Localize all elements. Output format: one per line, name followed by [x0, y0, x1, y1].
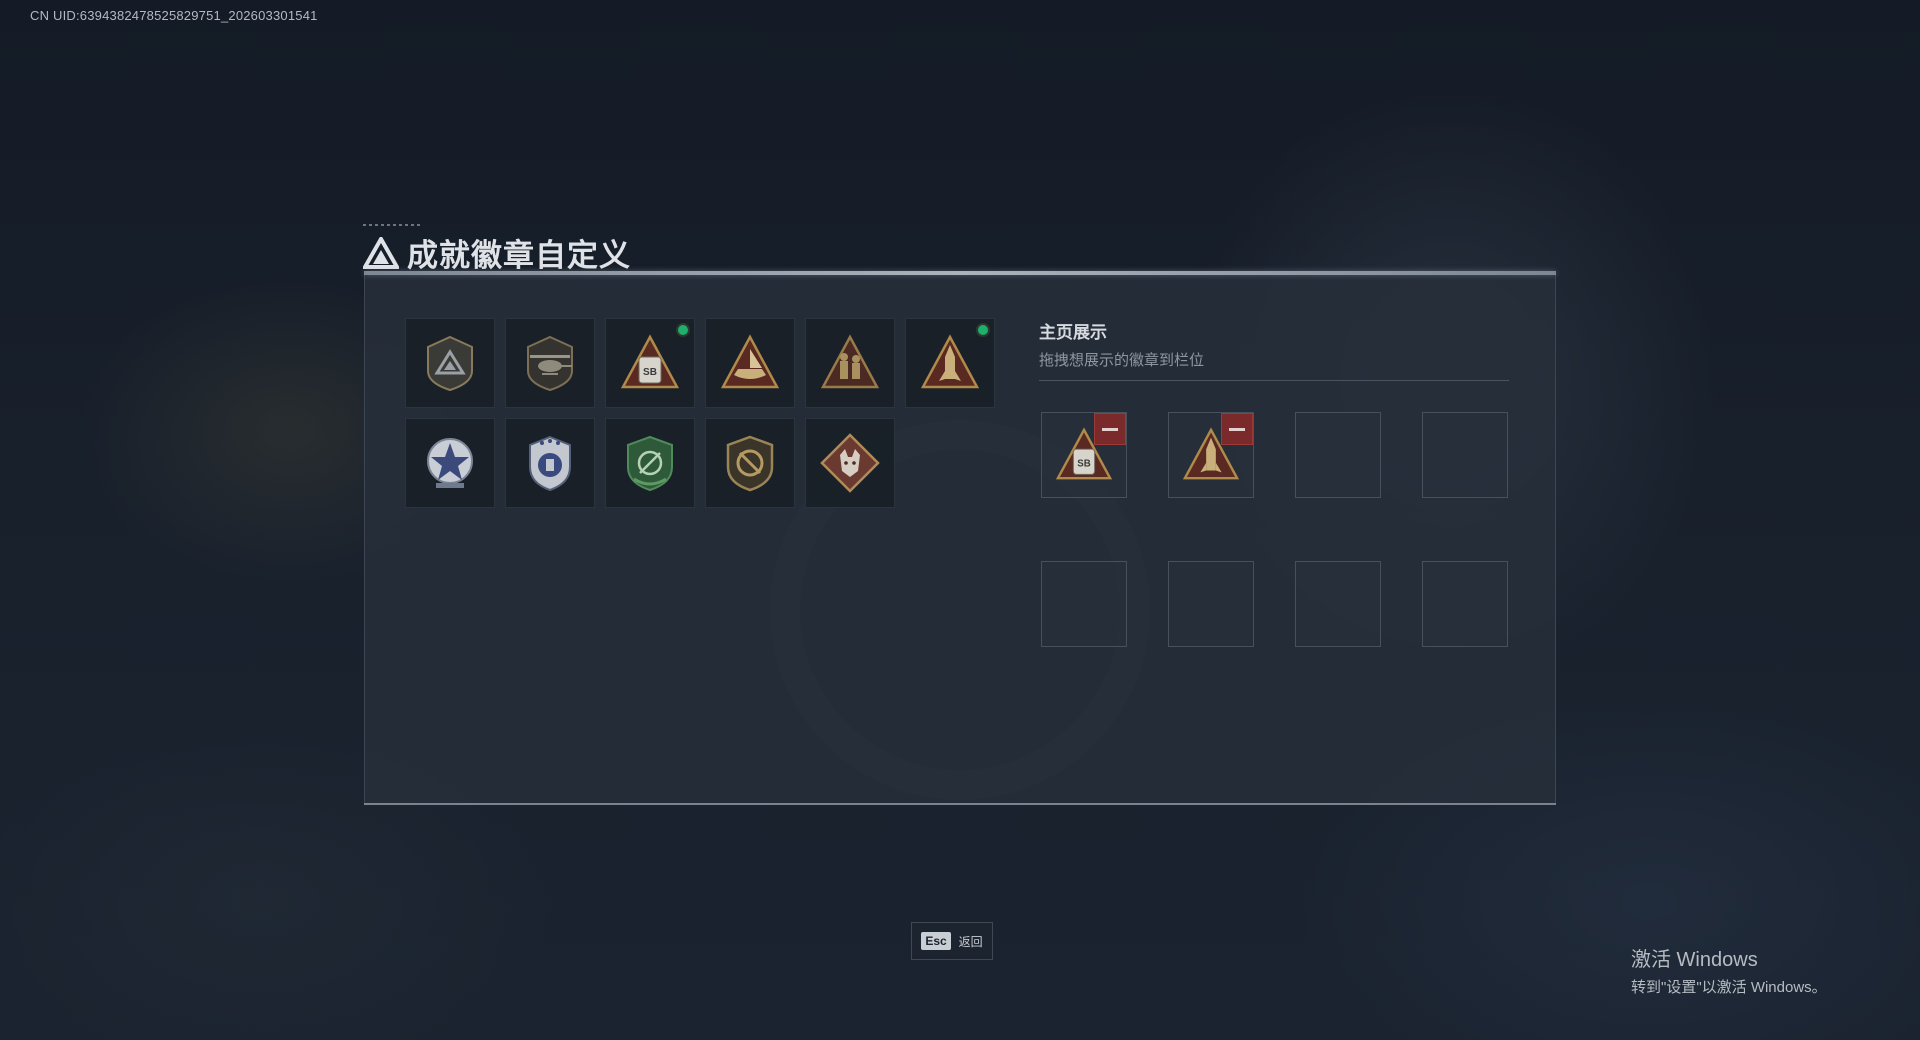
- showcase-slot-empty[interactable]: [1295, 412, 1381, 498]
- badge-cell[interactable]: [605, 418, 695, 508]
- activation-title: 激活 Windows: [1631, 949, 1758, 971]
- svg-text:SB: SB: [1077, 459, 1090, 470]
- badge-cell[interactable]: [805, 418, 895, 508]
- header-ticks: [363, 224, 423, 226]
- badge-cell[interactable]: [905, 318, 995, 408]
- badge-cell[interactable]: [505, 418, 595, 508]
- triangle-logo-icon: [363, 236, 399, 269]
- new-indicator-dot: [676, 323, 690, 337]
- badge-cell[interactable]: [705, 418, 795, 508]
- showcase-slot-grid: SB: [1041, 412, 1508, 647]
- remove-badge-button[interactable]: [1094, 413, 1126, 445]
- badge-cell[interactable]: [405, 418, 495, 508]
- badge-collection-grid: SB: [405, 318, 1005, 508]
- showcase-slot-filled[interactable]: SB: [1041, 412, 1127, 498]
- showcase-slot-empty[interactable]: [1422, 412, 1508, 498]
- showcase-slot-filled[interactable]: [1168, 412, 1254, 498]
- showcase-slot-empty[interactable]: [1422, 561, 1508, 647]
- uid-label: CN UID:6394382478525829751_202603301541: [30, 8, 318, 23]
- badge-cell[interactable]: [405, 318, 495, 408]
- showcase-divider: [1039, 380, 1509, 381]
- star-wings-badge-icon: [427, 438, 473, 488]
- sb-pouch-triangle-badge-icon: SB: [620, 334, 680, 389]
- minus-icon: [1229, 427, 1245, 431]
- helicopter-badge-icon: [527, 335, 573, 392]
- new-indicator-dot: [976, 323, 990, 337]
- page-title: 成就徽章自定义: [407, 238, 631, 273]
- shield-triangle-badge-icon: [427, 335, 473, 392]
- badge-cell[interactable]: [705, 318, 795, 408]
- rocket-triangle-badge-icon: [920, 334, 980, 389]
- badge-customize-panel: SB 主页展示 拖拽想展示的徽章到栏位 SB: [364, 271, 1556, 805]
- remove-badge-button[interactable]: [1221, 413, 1253, 445]
- police-shield-badge-icon: [529, 435, 571, 492]
- windows-activation-notice: 激活 Windows 转到"设置"以激活 Windows。: [1631, 943, 1827, 997]
- activation-hint: 转到"设置"以激活 Windows。: [1631, 979, 1827, 996]
- no-target-shield-badge-icon: [726, 435, 774, 492]
- showcase-slot-empty[interactable]: [1041, 561, 1127, 647]
- back-button[interactable]: Esc 返回: [911, 922, 993, 960]
- showcase-slot-empty[interactable]: [1168, 561, 1254, 647]
- badge-cell[interactable]: [505, 318, 595, 408]
- svg-text:SB: SB: [643, 367, 657, 378]
- showcase-title: 主页展示: [1039, 323, 1107, 342]
- soldiers-triangle-badge-icon: [820, 334, 880, 389]
- showcase-slot-empty[interactable]: [1295, 561, 1381, 647]
- esc-key-icon: Esc: [921, 932, 951, 950]
- homepage-showcase: 主页展示 拖拽想展示的徽章到栏位 SB: [1039, 318, 1509, 647]
- panel-top-border: [364, 271, 1556, 275]
- panel-bottom-border: [364, 803, 1556, 805]
- showcase-subtitle: 拖拽想展示的徽章到栏位: [1039, 352, 1205, 369]
- wolf-diamond-badge-icon: [820, 433, 880, 493]
- badge-cell[interactable]: [805, 318, 895, 408]
- green-crosshair-shield-badge-icon: [627, 435, 673, 492]
- badge-cell[interactable]: SB: [605, 318, 695, 408]
- back-label: 返回: [958, 934, 983, 949]
- minus-icon: [1102, 427, 1118, 431]
- page-header: 成就徽章自定义: [363, 224, 631, 275]
- boat-triangle-badge-icon: [720, 334, 780, 389]
